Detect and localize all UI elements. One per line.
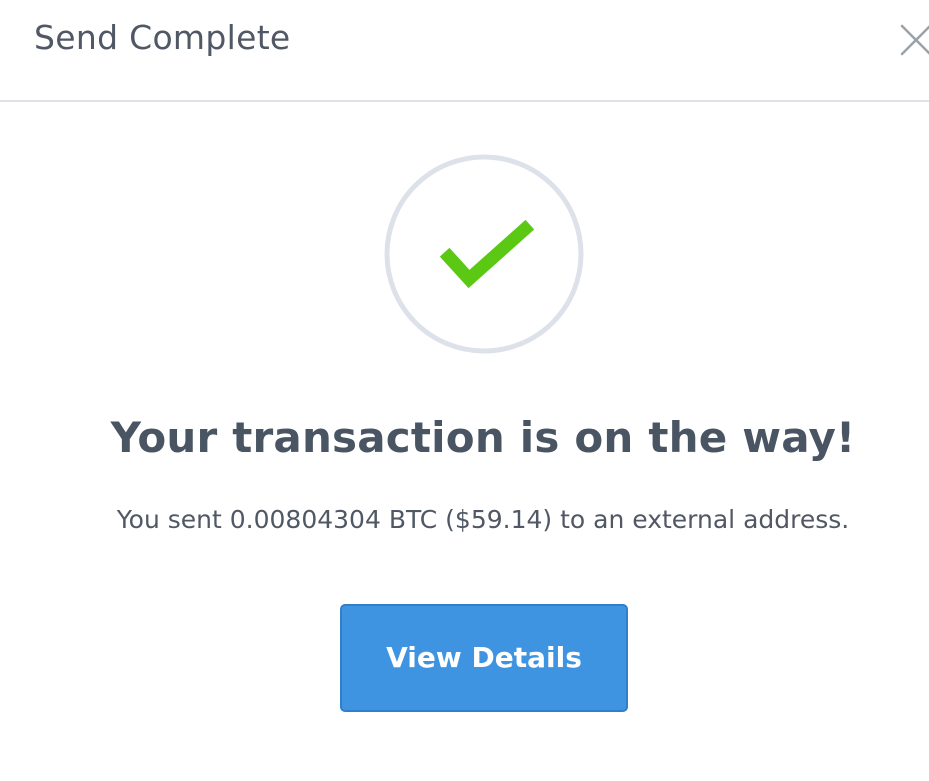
checkmark-icon [384,154,584,354]
send-complete-modal: Send Complete Your transaction is on the… [0,0,929,781]
view-details-button[interactable]: View Details [340,604,628,712]
close-button[interactable] [896,20,929,60]
modal-header: Send Complete [0,0,929,102]
close-icon [900,24,929,56]
headline: Your transaction is on the way! [110,413,856,462]
success-status [384,154,584,354]
modal-title: Send Complete [34,18,291,57]
transaction-summary: You sent 0.00804304 BTC ($59.14) to an e… [116,505,850,534]
